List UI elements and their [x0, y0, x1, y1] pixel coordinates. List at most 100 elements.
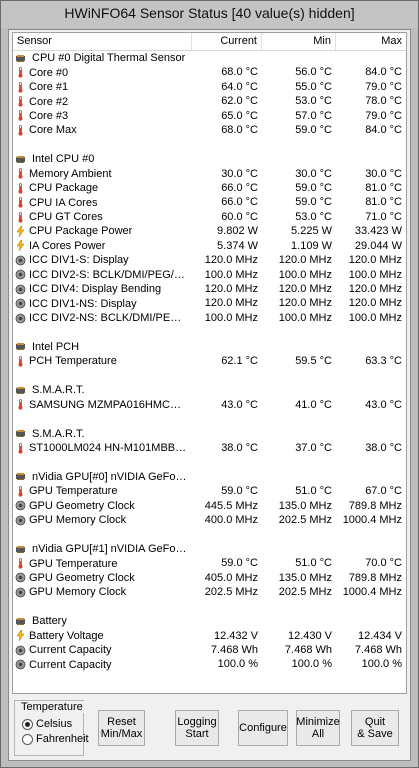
current-value: 59.0 °C [221, 485, 258, 498]
spacer-row [13, 369, 406, 383]
max-value: 33.423 W [354, 225, 402, 238]
sensor-row[interactable]: Core #1 64.0 °C 55.0 °C 79.0 °C [13, 80, 406, 94]
sensor-row[interactable]: GPU Temperature 59.0 °C 51.0 °C 70.0 °C [13, 556, 406, 570]
reset-minmax-button[interactable]: Reset Min/Max [98, 710, 145, 746]
max-value: 81.0 °C [365, 181, 402, 194]
clock-icon [15, 298, 26, 309]
sensor-label: ICC DIV4: Display Bending [29, 283, 162, 296]
celsius-radio-dot[interactable] [22, 718, 33, 730]
sensor-row[interactable]: Current Capacity 100.0 % 100.0 % 100.0 % [13, 657, 406, 671]
chip-icon [15, 385, 26, 396]
quit-save-button[interactable]: Quit & Save [351, 710, 399, 746]
sensor-label: GPU Temperature [29, 485, 118, 498]
min-value: 5.225 W [291, 225, 332, 238]
max-value: 100.0 % [361, 658, 402, 671]
spacer-row [13, 412, 406, 426]
sensor-label: nVidia GPU[#0] nVIDIA GeForce GT ... [32, 470, 188, 483]
sensor-row[interactable]: CPU Package Power 9.802 W 5.225 W 33.423 W [13, 224, 406, 238]
sensor-row[interactable]: PCH Temperature 62.1 °C 59.5 °C 63.3 °C [13, 354, 406, 368]
logging-start-button[interactable]: Logging Start [175, 710, 219, 746]
configure-label: Configure [239, 722, 287, 734]
min-value [262, 614, 336, 628]
min-value: 7.468 Wh [284, 643, 332, 656]
max-value: 43.0 °C [365, 398, 402, 411]
celsius-radio[interactable]: Celsius [22, 718, 72, 730]
sensor-row[interactable]: ST1000LM024 HN-M101MBB [S2U5J... 38.0 °C 3… [13, 441, 406, 455]
sensor-name-cell: ST1000LM024 HN-M101MBB [S2U5J... [13, 441, 192, 455]
sensor-name-cell: CPU IA Cores [13, 195, 192, 209]
configure-button[interactable]: Configure [238, 710, 288, 746]
min-value: 37.0 °C [295, 441, 332, 454]
lightning-icon [15, 630, 26, 642]
max-value: 70.0 °C [365, 557, 402, 570]
sensor-row[interactable]: Core #2 62.0 °C 53.0 °C 78.0 °C [13, 94, 406, 108]
sensor-row[interactable]: Current Capacity 7.468 Wh 7.468 Wh 7.468 Wh [13, 643, 406, 657]
max-value: 120.0 MHz [348, 283, 402, 295]
minimize-all-button[interactable]: Minimize All [296, 710, 340, 746]
sensor-rows: CPU #0 Digital Thermal Sensor Core #0 68.0… [13, 51, 406, 672]
max-value: 120.0 MHz [348, 297, 402, 310]
min-value [262, 383, 336, 397]
spacer-row [13, 455, 406, 469]
sensor-row[interactable]: CPU IA Cores 66.0 °C 59.0 °C 81.0 °C [13, 195, 406, 209]
sensor-group-row[interactable]: CPU #0 Digital Thermal Sensor [13, 51, 406, 65]
sensor-name-cell: Battery [13, 614, 192, 628]
sensor-row[interactable]: Core #3 65.0 °C 57.0 °C 79.0 °C [13, 109, 406, 123]
table-header: Sensor Current Min Max [13, 33, 406, 51]
column-header-current[interactable]: Current [192, 33, 262, 51]
lightning-icon [15, 225, 26, 237]
current-value: 202.5 MHz [204, 586, 258, 599]
thermometer-icon [15, 211, 26, 223]
sensor-row[interactable]: ICC DIV4: Display Bending 120.0 MHz 120.0 … [13, 282, 406, 296]
sensor-row[interactable]: GPU Memory Clock 400.0 MHz 202.5 MHz 1000.4… [13, 513, 406, 527]
fahrenheit-radio-dot[interactable] [22, 733, 33, 745]
sensor-row[interactable]: GPU Geometry Clock 405.0 MHz 135.0 MHz 789.… [13, 571, 406, 585]
sensor-row[interactable]: Core #0 68.0 °C 56.0 °C 84.0 °C [13, 65, 406, 79]
column-header-max[interactable]: Max [336, 33, 406, 51]
sensor-group-row[interactable]: Intel PCH [13, 340, 406, 354]
sensor-row[interactable]: Memory Ambient 30.0 °C 30.0 °C 30.0 °C [13, 167, 406, 181]
sensor-row[interactable]: GPU Temperature 59.0 °C 51.0 °C 67.0 °C [13, 484, 406, 498]
thermometer-icon [15, 81, 26, 93]
sensor-row[interactable]: GPU Memory Clock 202.5 MHz 202.5 MHz 1000.4… [13, 585, 406, 599]
sensor-row[interactable]: IA Cores Power 5.374 W 1.109 W 29.044 W [13, 239, 406, 253]
sensor-name-cell: IA Cores Power [13, 239, 192, 253]
sensor-row[interactable]: Battery Voltage 12.432 V 12.430 V 12.434 V [13, 629, 406, 643]
max-value: 29.044 W [354, 239, 402, 252]
sensor-group-row[interactable]: nVidia GPU[#0] nVIDIA GeForce GT ... [13, 470, 406, 484]
quit-label-line2: & Save [357, 728, 393, 740]
sensor-row[interactable]: CPU GT Cores 60.0 °C 53.0 °C 71.0 °C [13, 210, 406, 224]
sensor-group-row[interactable]: Intel CPU #0 [13, 152, 406, 166]
column-header-sensor[interactable]: Sensor [13, 33, 192, 51]
min-value: 59.5 °C [295, 355, 332, 368]
sensor-row[interactable]: ICC DIV1-S: Display 120.0 MHz 120.0 MHz 120… [13, 253, 406, 267]
reset-label-line2: Min/Max [100, 728, 143, 740]
sensor-row[interactable]: Core Max 68.0 °C 59.0 °C 84.0 °C [13, 123, 406, 137]
sensor-label: PCH Temperature [29, 355, 117, 368]
sensor-row[interactable]: GPU Geometry Clock 445.5 MHz 135.0 MHz 789.… [13, 499, 406, 513]
sensor-group-row[interactable]: S.M.A.R.T. [13, 426, 406, 440]
max-value: 789.8 MHz [348, 499, 402, 512]
fahrenheit-radio[interactable]: Fahrenheit [22, 733, 89, 745]
clock-icon [15, 515, 26, 526]
sensor-group-row[interactable]: Battery [13, 614, 406, 628]
sensor-row[interactable]: ICC DIV2-S: BCLK/DMI/PEG/PCIe/P... 100.0 … [13, 268, 406, 282]
max-value: 63.3 °C [365, 355, 402, 368]
sensor-row[interactable]: SAMSUNG MZMPA016HMCD-000L1 [... 43.0 °C 41… [13, 398, 406, 412]
min-value: 55.0 °C [295, 80, 332, 93]
title-bar[interactable]: HWiNFO64 Sensor Status [40 value(s) hidd… [1, 1, 418, 28]
min-value: 120.0 MHz [278, 254, 332, 267]
sensor-label: nVidia GPU[#1] nVIDIA GeForce GT ... [32, 543, 188, 556]
sensor-row[interactable]: ICC DIV1-NS: Display 120.0 MHz 120.0 MHz 12… [13, 296, 406, 310]
sensor-group-row[interactable]: S.M.A.R.T. [13, 383, 406, 397]
minimize-label-line2: All [311, 728, 325, 740]
chip-icon [15, 428, 26, 439]
sensor-name-cell: GPU Memory Clock [13, 585, 192, 599]
column-header-min[interactable]: Min [262, 33, 336, 51]
sensor-row[interactable]: CPU Package 66.0 °C 59.0 °C 81.0 °C [13, 181, 406, 195]
sensor-group-row[interactable]: nVidia GPU[#1] nVIDIA GeForce GT ... [13, 542, 406, 556]
clock-icon [15, 645, 26, 656]
sensor-label: CPU Package [29, 182, 99, 195]
sensor-row[interactable]: ICC DIV2-NS: BCLK/DMI/PEG/PCIe/... 100.0 … [13, 311, 406, 325]
current-value: 38.0 °C [221, 441, 258, 454]
